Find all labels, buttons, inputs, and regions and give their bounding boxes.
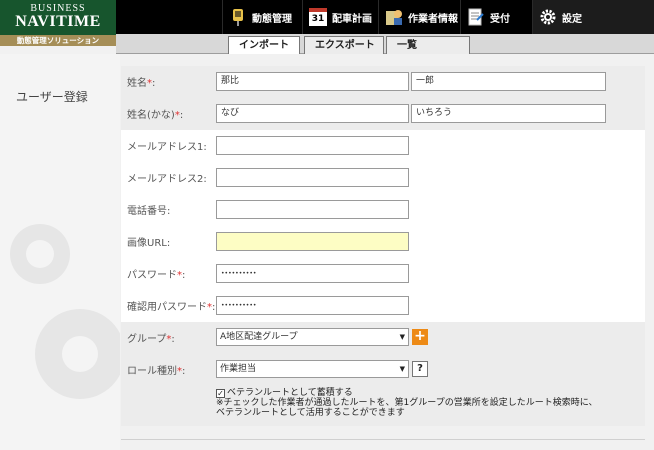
phone-input[interactable] [216, 200, 409, 219]
role-select[interactable]: 作業担当 ▼ [216, 360, 409, 378]
form-row-image-url: 画像URL: [121, 226, 645, 258]
logo-subtitle: 動態管理ソリューション [0, 35, 116, 46]
nav-dispatch-plan[interactable]: 31 配車計画 [302, 0, 378, 34]
gear-icon [539, 8, 557, 26]
decorative-gears [10, 224, 120, 399]
nav-dynamic-management[interactable]: 動態管理 [222, 0, 302, 34]
nav-reception[interactable]: 受付 [460, 0, 532, 34]
form-row-kana: 姓名(かな)*: なび いちろう [121, 98, 645, 130]
password-input[interactable]: •••••••••• [216, 264, 409, 283]
veteran-note-line1: ※チェックした作業者が通過したルートを、第1グループの営業所を設定したルート検索… [216, 398, 598, 408]
form-row-role: ロール種別*: 作業担当 ▼ ? [121, 354, 645, 386]
chevron-down-icon: ▼ [399, 365, 405, 373]
confirm-password-input[interactable]: •••••••••• [216, 296, 409, 315]
form-row-veteran: ✓ ベテランルートとして蓄積する ※チェックした作業者が通過したルートを、第1グル… [121, 386, 645, 426]
veteran-note-line2: ベテランルートとして活用することができます [216, 408, 405, 418]
pin-icon [229, 8, 247, 26]
form-bottom-divider [121, 439, 645, 440]
last-name-kana-input[interactable]: なび [216, 104, 409, 123]
left-panel: ユーザー登録 [0, 54, 120, 450]
group-label: グループ*: [127, 334, 175, 345]
confirm-password-label: 確認用パスワード*: [127, 302, 216, 313]
email2-label: メールアドレス2: [127, 174, 207, 185]
phone-label: 電話番号: [127, 206, 171, 217]
first-name-kana-input[interactable]: いちろう [411, 104, 606, 123]
veteran-route-checkbox[interactable]: ✓ [216, 389, 225, 398]
document-icon [467, 8, 485, 26]
tab-import[interactable]: インポート [228, 36, 300, 54]
calendar-icon: 31 [309, 8, 327, 26]
nav-label: 設定 [562, 13, 582, 25]
email1-input[interactable] [216, 136, 409, 155]
password-label: パスワード*: [127, 270, 186, 281]
nav-worker-info[interactable]: 作業者情報 [378, 0, 460, 34]
sub-tab-bar: インポート エクスポート 一覧 [116, 34, 654, 54]
business-navitime-logo[interactable]: BUSINESS NAVITIME 動態管理ソリューション [0, 0, 116, 46]
image-url-label: 画像URL: [127, 238, 171, 249]
veteran-route-label: ベテランルートとして蓄積する [227, 388, 353, 398]
nav-label: 動態管理 [252, 13, 292, 25]
name-label: 姓名*: [127, 78, 156, 89]
nav-label: 受付 [490, 13, 510, 25]
form-row-name: 姓名*: 那比 一郎 [121, 66, 645, 98]
role-help-button[interactable]: ? [412, 361, 428, 377]
logo-line2: NAVITIME [15, 13, 101, 30]
group-select[interactable]: A地区配達グループ ▼ [216, 328, 409, 346]
last-name-input[interactable]: 那比 [216, 72, 409, 91]
form-row-email2: メールアドレス2: [121, 162, 645, 194]
tab-export[interactable]: エクスポート [304, 36, 384, 54]
chevron-down-icon: ▼ [399, 333, 405, 341]
form-row-password: パスワード*: •••••••••• [121, 258, 645, 290]
form-row-phone: 電話番号: [121, 194, 645, 226]
image-url-input[interactable] [216, 232, 409, 251]
form-row-confirm-password: 確認用パスワード*: •••••••••• [121, 290, 645, 322]
form-row-group: グループ*: A地区配達グループ ▼ + [121, 322, 645, 354]
email1-label: メールアドレス1: [127, 142, 207, 153]
role-label: ロール種別*: [127, 366, 186, 377]
form-row-email1: メールアドレス1: [121, 130, 645, 162]
add-group-button[interactable]: + [412, 329, 428, 345]
tab-list[interactable]: 一覧 [386, 36, 470, 54]
first-name-input[interactable]: 一郎 [411, 72, 606, 91]
nav-settings[interactable]: 設定 [532, 0, 654, 34]
worker-icon [385, 8, 403, 26]
email2-input[interactable] [216, 168, 409, 187]
kana-label: 姓名(かな)*: [127, 110, 184, 121]
nav-label: 作業者情報 [408, 13, 458, 25]
nav-label: 配車計画 [332, 13, 372, 25]
